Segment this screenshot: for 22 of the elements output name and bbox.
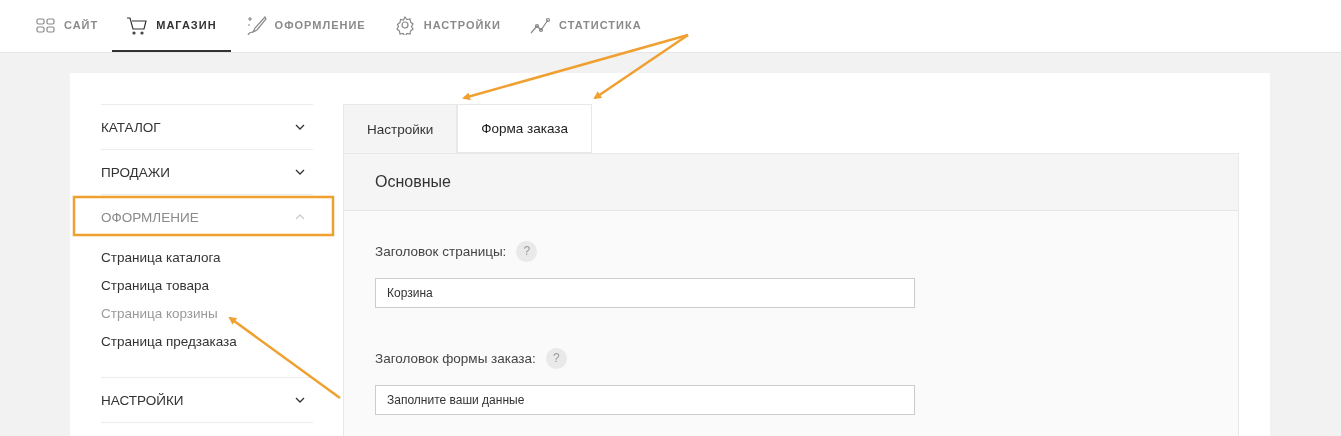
cart-icon [126, 15, 149, 35]
tab[interactable]: Настройки [343, 104, 458, 153]
chevron-up-icon [295, 214, 305, 220]
chevron-down-icon [295, 169, 305, 175]
sidebar-item[interactable]: ПРОДАЖИ [101, 150, 313, 194]
chevron-down-icon [295, 124, 305, 130]
sidebar-item[interactable]: КАТАЛОГ [101, 105, 313, 149]
input-field[interactable]: Корзина [375, 278, 915, 308]
nav-tab[interactable]: САЙТ [20, 0, 113, 52]
field-label: Заголовок страницы: [375, 243, 507, 259]
chevron-down-icon [295, 397, 305, 403]
nav-tab[interactable]: МАГАЗИН [112, 0, 231, 52]
tab[interactable]: Форма заказа [457, 104, 592, 153]
input-field[interactable]: Заполните ваши данные [375, 385, 915, 415]
grid-icon [34, 15, 56, 35]
section-title: Основные [375, 173, 451, 191]
field-label: Заголовок формы заказа: [375, 350, 536, 366]
sidebar-link[interactable]: Страница товара [101, 271, 210, 299]
sidebar-link[interactable]: Страница предзаказа [101, 327, 237, 355]
sidebar-item[interactable]: НАСТРОЙКИ [101, 378, 313, 422]
sidebar-link[interactable]: Страница каталога [101, 243, 221, 271]
line-chart-icon [529, 15, 551, 35]
